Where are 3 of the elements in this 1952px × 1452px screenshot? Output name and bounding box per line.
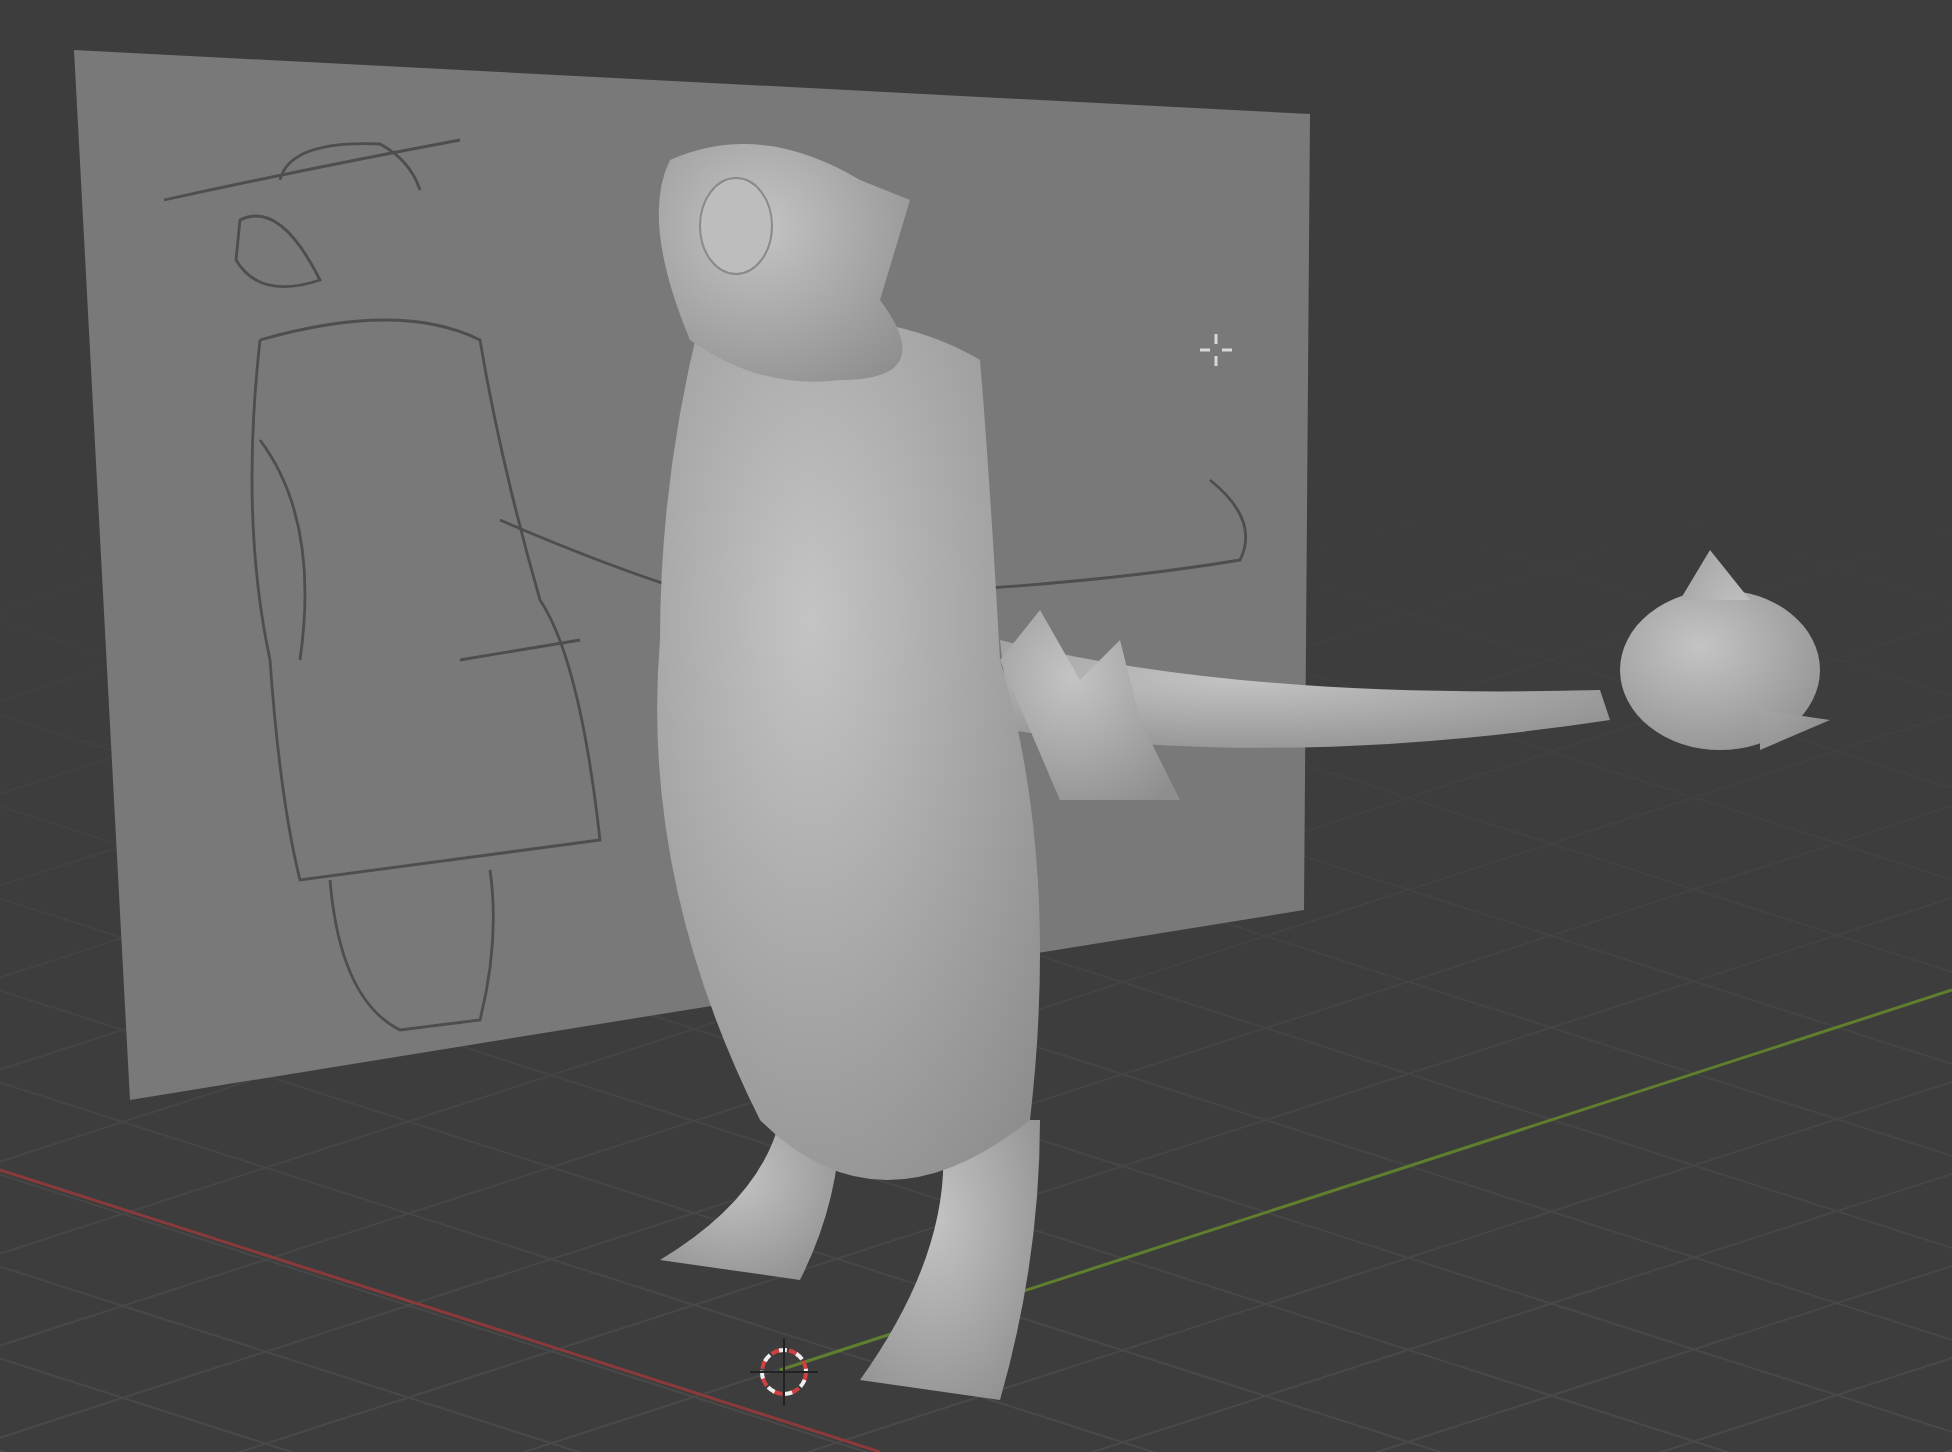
3d-cursor-icon (749, 1337, 819, 1407)
3d-viewport[interactable] (0, 0, 1952, 1452)
crosshair-icon (1198, 332, 1234, 368)
